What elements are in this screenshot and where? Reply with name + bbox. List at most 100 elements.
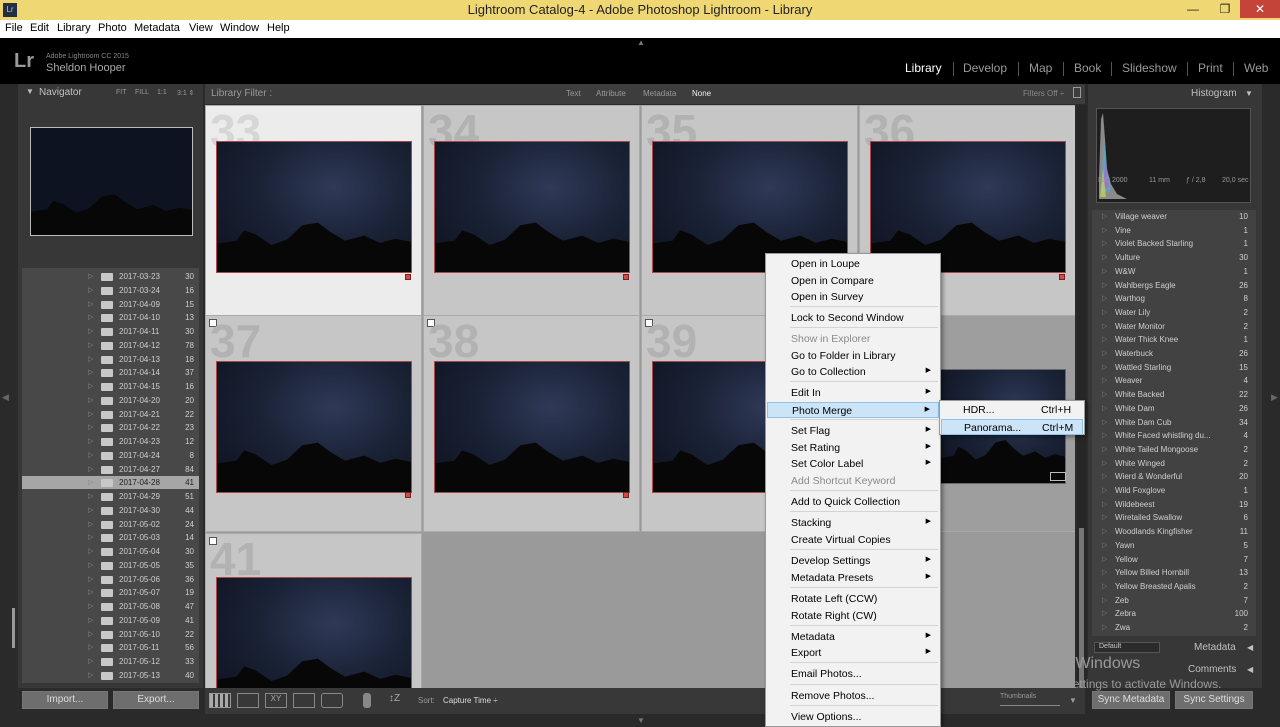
- menu-item-go-to-folder-in-library[interactable]: Go to Folder in Library: [767, 348, 939, 364]
- close-button[interactable]: ✕: [1240, 0, 1280, 18]
- collapse-bottom-icon[interactable]: ▼: [637, 716, 645, 725]
- submenu-item-panorama[interactable]: Panorama... Ctrl+M: [941, 419, 1083, 435]
- module-book[interactable]: Book: [1074, 61, 1101, 75]
- left-scroll-indicator[interactable]: [12, 608, 15, 648]
- keyword-row[interactable]: ▷ Water Monitor 2: [1092, 320, 1256, 333]
- module-slideshow[interactable]: Slideshow: [1122, 61, 1177, 75]
- module-web[interactable]: Web: [1244, 61, 1268, 75]
- menu-item-develop-settings[interactable]: Develop Settings ▶: [767, 553, 939, 569]
- menu-item-add-to-quick-collection[interactable]: Add to Quick Collection: [767, 494, 939, 510]
- menu-item-open-in-compare[interactable]: Open in Compare: [767, 273, 939, 289]
- expand-arrow-icon[interactable]: ▷: [88, 423, 93, 431]
- menu-library[interactable]: Library: [57, 22, 91, 34]
- folder-row[interactable]: ▷ 2017-05-06 36: [22, 573, 199, 586]
- metadata-panel-title[interactable]: Metadata: [1194, 642, 1236, 653]
- expand-arrow-icon[interactable]: ▷: [88, 368, 93, 376]
- folder-row[interactable]: ▷ 2017-04-24 8: [22, 449, 199, 462]
- menu-item-set-flag[interactable]: Set Flag ▶: [767, 423, 939, 439]
- folder-row[interactable]: ▷ 2017-05-11 56: [22, 641, 199, 654]
- filter-presets-status[interactable]: Filters Off ÷: [1023, 89, 1064, 98]
- folder-row[interactable]: ▷ 2017-04-15 16: [22, 380, 199, 393]
- folder-row[interactable]: ▷ 2017-04-11 30: [22, 325, 199, 338]
- keyword-row[interactable]: ▷ Wildebeest 19: [1092, 498, 1256, 511]
- keyword-row[interactable]: ▷ Yellow Billed Hornbill 13: [1092, 566, 1256, 579]
- menu-help[interactable]: Help: [267, 22, 290, 34]
- keyword-row[interactable]: ▷ Vine 1: [1092, 224, 1256, 237]
- folder-row[interactable]: ▷ 2017-05-08 47: [22, 600, 199, 613]
- keyword-row[interactable]: ▷ Water Lily 2: [1092, 306, 1256, 319]
- zoom-fill[interactable]: FILL: [135, 89, 149, 96]
- keyword-row[interactable]: ▷ White Tailed Mongoose 2: [1092, 443, 1256, 456]
- folder-row[interactable]: ▷ 2017-04-22 23: [22, 421, 199, 434]
- keyword-row[interactable]: ▷ Yawn 5: [1092, 539, 1256, 552]
- menu-item-set-color-label[interactable]: Set Color Label ▶: [767, 456, 939, 472]
- folder-row[interactable]: ▷ 2017-04-20 20: [22, 394, 199, 407]
- grid-view-icon[interactable]: [209, 693, 231, 708]
- keyword-row[interactable]: ▷ White Backed 22: [1092, 388, 1256, 401]
- keyword-row[interactable]: ▷ Vulture 30: [1092, 251, 1256, 264]
- menu-item-edit-in[interactable]: Edit In ▶: [767, 385, 939, 401]
- menu-item-go-to-collection[interactable]: Go to Collection ▶: [767, 364, 939, 380]
- grid-cell[interactable]: 34: [423, 105, 640, 322]
- grid-cell[interactable]: 38: [423, 315, 640, 532]
- comments-expand-icon[interactable]: ◀: [1247, 665, 1253, 674]
- minimize-button[interactable]: —: [1178, 0, 1208, 18]
- folder-row[interactable]: ▷ 2017-05-12 33: [22, 655, 199, 668]
- menu-item-rotate-right-cw[interactable]: Rotate Right (CW): [767, 608, 939, 624]
- photo-thumbnail[interactable]: [434, 141, 630, 273]
- keyword-row[interactable]: ▷ White Dam Cub 34: [1092, 416, 1256, 429]
- sync-metadata-button[interactable]: Sync Metadata: [1092, 691, 1170, 709]
- zoom-custom[interactable]: 3:1 ⇕: [177, 89, 195, 97]
- menu-item-lock-to-second-window[interactable]: Lock to Second Window: [767, 310, 939, 326]
- survey-view-icon[interactable]: [293, 693, 315, 708]
- painter-icon[interactable]: [363, 693, 371, 708]
- menu-item-metadata[interactable]: Metadata ▶: [767, 629, 939, 645]
- module-library[interactable]: Library: [905, 61, 942, 75]
- collapse-right-icon[interactable]: ▶: [1271, 392, 1278, 403]
- expand-arrow-icon[interactable]: ▷: [88, 437, 93, 445]
- folder-row[interactable]: ▷ 2017-05-07 19: [22, 586, 199, 599]
- keyword-row[interactable]: ▷ Woodlands Kingfisher 11: [1092, 525, 1256, 538]
- menu-item-open-in-loupe[interactable]: Open in Loupe: [767, 256, 939, 272]
- keyword-row[interactable]: ▷ Yellow 7: [1092, 553, 1256, 566]
- menu-edit[interactable]: Edit: [30, 22, 49, 34]
- expand-arrow-icon[interactable]: ▷: [88, 657, 93, 665]
- metadata-preset-select[interactable]: Default: [1094, 642, 1160, 653]
- keyword-row[interactable]: ▷ Waterbuck 26: [1092, 347, 1256, 360]
- folder-row[interactable]: ▷ 2017-05-10 22: [22, 628, 199, 641]
- expand-arrow-icon[interactable]: ▷: [88, 533, 93, 541]
- folder-row[interactable]: ▷ 2017-04-27 84: [22, 463, 199, 476]
- grid-cell[interactable]: 33: [205, 105, 422, 322]
- menu-item-metadata-presets[interactable]: Metadata Presets ▶: [767, 570, 939, 586]
- keyword-row[interactable]: ▷ W&W 1: [1092, 265, 1256, 278]
- filter-tab-attribute[interactable]: Attribute: [596, 89, 626, 98]
- expand-arrow-icon[interactable]: ▷: [88, 286, 93, 294]
- keyword-row[interactable]: ▷ Warthog 8: [1092, 292, 1256, 305]
- folder-row[interactable]: ▷ 2017-05-09 41: [22, 614, 199, 627]
- keyword-row[interactable]: ▷ Water Thick Knee 1: [1092, 333, 1256, 346]
- expand-arrow-icon[interactable]: ▷: [88, 616, 93, 624]
- folder-row[interactable]: ▷ 2017-05-04 30: [22, 545, 199, 558]
- collapse-left-icon[interactable]: ◀: [2, 392, 9, 403]
- submenu-item-hdr[interactable]: HDR... Ctrl+H: [941, 402, 1083, 418]
- menu-file[interactable]: File: [5, 22, 23, 34]
- expand-arrow-icon[interactable]: ▷: [88, 396, 93, 404]
- photo-thumbnail[interactable]: [216, 577, 412, 688]
- expand-arrow-icon[interactable]: ▷: [88, 478, 93, 486]
- module-develop[interactable]: Develop: [963, 61, 1007, 75]
- menu-item-open-in-survey[interactable]: Open in Survey: [767, 289, 939, 305]
- histogram-collapse-icon[interactable]: ▼: [1245, 89, 1253, 98]
- photo-thumbnail[interactable]: [216, 361, 412, 493]
- folder-row[interactable]: ▷ 2017-04-09 15: [22, 298, 199, 311]
- expand-arrow-icon[interactable]: ▷: [88, 602, 93, 610]
- expand-arrow-icon[interactable]: ▷: [88, 272, 93, 280]
- keyword-row[interactable]: ▷ Wiretailed Swallow 6: [1092, 511, 1256, 524]
- module-print[interactable]: Print: [1198, 61, 1223, 75]
- collapse-top-icon[interactable]: ▲: [637, 38, 645, 47]
- metadata-expand-icon[interactable]: ◀: [1247, 643, 1253, 652]
- people-view-icon[interactable]: [321, 693, 343, 708]
- expand-arrow-icon[interactable]: ▷: [88, 643, 93, 651]
- keyword-row[interactable]: ▷ Wahlbergs Eagle 26: [1092, 279, 1256, 292]
- menu-view[interactable]: View: [189, 22, 213, 34]
- folder-row[interactable]: ▷ 2017-03-23 30: [22, 270, 199, 283]
